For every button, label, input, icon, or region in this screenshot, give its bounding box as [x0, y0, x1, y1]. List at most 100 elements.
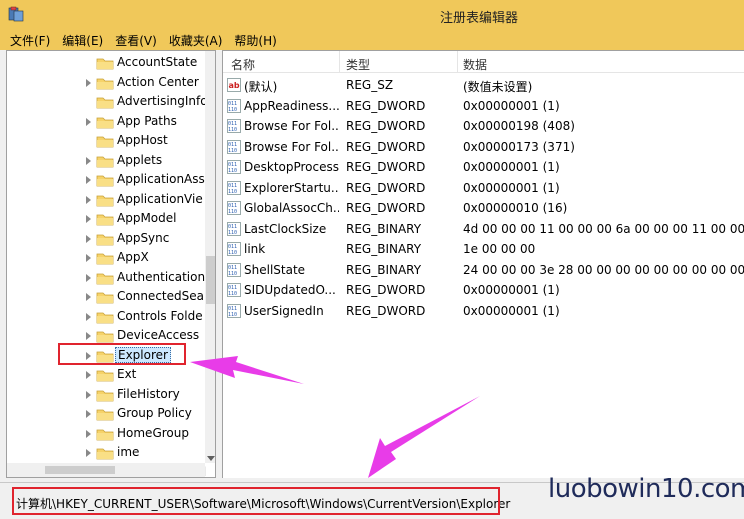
value-name: link [244, 242, 266, 256]
value-name: LastClockSize [244, 221, 327, 236]
column-header-data[interactable]: 数据 [463, 56, 487, 73]
menu-favorites[interactable]: 收藏夹(A) [163, 32, 229, 49]
tree-item[interactable]: ime [7, 443, 207, 463]
tree-item-label: AppX [117, 250, 149, 264]
expand-arrow-icon[interactable] [85, 312, 93, 321]
tree-vscroll-thumb[interactable] [206, 256, 215, 304]
tree-item[interactable]: Action Center [7, 73, 207, 93]
tree-item[interactable]: FileHistory [7, 385, 207, 405]
expand-arrow-icon[interactable] [85, 390, 93, 399]
menu-view[interactable]: 查看(V) [109, 32, 163, 49]
expand-arrow-icon[interactable] [85, 78, 93, 87]
value-row[interactable]: 011 110 link REG_BINARY 1e 00 00 00 [223, 239, 744, 259]
tree-item[interactable]: AppSync [7, 229, 207, 249]
tree-item-label: Authentication [117, 269, 206, 284]
tree-item[interactable]: AppHost [7, 131, 207, 151]
tree-item[interactable]: Controls Folde [7, 307, 207, 327]
binary-value-icon: 011110 [227, 221, 241, 236]
svg-text:110: 110 [228, 250, 237, 256]
expand-arrow-icon[interactable] [85, 176, 93, 184]
tree-item[interactable]: AppModel [7, 209, 207, 229]
scroll-down-arrow-icon[interactable] [207, 456, 215, 461]
folder-icon [96, 429, 114, 440]
expand-arrow-icon[interactable] [85, 273, 93, 282]
column-divider[interactable] [339, 51, 340, 73]
value-row[interactable]: 011 110 ShellState REG_BINARY 24 00 00 00 3e… [223, 260, 744, 280]
tree-hscroll-thumb[interactable] [45, 466, 115, 474]
tree-horizontal-scrollbar[interactable] [7, 463, 205, 477]
value-data: 4d 00 00 00 11 00 00 00 6a 00 00 00 11 0… [463, 221, 744, 236]
tree-item-label: DeviceAccess [117, 328, 200, 342]
folder-icon [96, 409, 114, 421]
value-name: ExplorerStartu... [244, 180, 339, 195]
value-row[interactable]: 011 110 GlobalAssocCh... REG_DWORD 0x0000001… [223, 198, 744, 218]
tree-item[interactable]: AccountState [7, 53, 207, 73]
value-data: (数值未设置) [463, 80, 533, 94]
registry-editor-window: 注册表编辑器 文件(F) 编辑(E) 查看(V) 收藏夹(A) 帮助(H) Im… [0, 0, 744, 519]
folder-icon [96, 97, 114, 109]
tree-item[interactable]: AppX [7, 248, 207, 268]
folder-icon [96, 448, 114, 460]
tree-item[interactable]: ApplicationVie [7, 190, 207, 210]
expand-arrow-icon[interactable] [85, 234, 93, 243]
expand-arrow-icon[interactable] [85, 371, 93, 379]
key-tree-pane[interactable]: ImmersiveShelimeHomeGroupGroup PolicyFil… [6, 50, 216, 478]
expand-arrow-icon[interactable] [85, 449, 93, 457]
column-divider[interactable] [457, 51, 458, 73]
expand-arrow-icon[interactable] [85, 332, 93, 340]
tree-item[interactable]: App Paths [7, 112, 207, 132]
svg-text:110: 110 [228, 168, 237, 174]
tree-item-label: AppHost [117, 133, 168, 147]
value-row[interactable]: ab (默认) REG_SZ (数值未设置) [223, 75, 744, 95]
column-header-type[interactable]: 类型 [346, 56, 370, 73]
tree-item[interactable]: Authentication [7, 268, 207, 288]
svg-text:110: 110 [228, 312, 237, 318]
folder-icon [96, 331, 114, 343]
binary-value-icon: 011110 [227, 139, 241, 154]
value-type: REG_BINARY [346, 221, 422, 236]
value-row[interactable]: 011 110 LastClockSize REG_BINARY 4d 00 00 00… [223, 219, 744, 239]
value-row[interactable]: 011 110 AppReadiness... REG_DWORD 0x00000001… [223, 96, 744, 116]
value-row[interactable]: 011 110 SIDUpdatedO... REG_DWORD 0x00000001 … [223, 280, 744, 300]
value-type: REG_DWORD [346, 180, 426, 195]
expand-arrow-icon[interactable] [85, 293, 93, 301]
tree-item-label: Group Policy [117, 406, 192, 420]
value-row[interactable]: 011 110 UserSignedIn REG_DWORD 0x00000001 (1… [223, 301, 744, 321]
expand-arrow-icon[interactable] [85, 254, 93, 262]
expand-arrow-icon[interactable] [85, 117, 93, 126]
menu-help[interactable]: 帮助(H) [228, 32, 282, 49]
tree-item[interactable]: ConnectedSea [7, 287, 207, 307]
value-row[interactable]: 011 110 ExplorerStartu... REG_DWORD 0x000000… [223, 178, 744, 198]
tree-item[interactable]: Group Policy [7, 404, 207, 424]
expand-arrow-icon[interactable] [85, 429, 93, 438]
folder-icon [96, 292, 114, 304]
expand-arrow-icon[interactable] [85, 156, 93, 165]
value-type: REG_DWORD [346, 139, 426, 154]
tree-item[interactable]: Ext [7, 365, 207, 385]
column-header-name[interactable]: 名称 [231, 56, 255, 73]
value-row[interactable]: 011 110 Browse For Fol... REG_DWORD 0x000001… [223, 137, 744, 157]
tree-item-label: App Paths [117, 113, 177, 128]
tree-item[interactable]: HomeGroup [7, 424, 207, 444]
value-type: REG_BINARY [346, 242, 422, 256]
title-bar[interactable]: 注册表编辑器 [0, 0, 744, 30]
tree-item-label: ime [117, 445, 140, 459]
tree-item[interactable]: ApplicationAss [7, 170, 207, 190]
folder-icon [96, 78, 114, 89]
tree-item[interactable]: AdvertisingInfo [7, 92, 207, 112]
menu-file[interactable]: 文件(F) [4, 32, 56, 49]
value-name: (默认) [244, 80, 278, 94]
menu-edit[interactable]: 编辑(E) [56, 32, 109, 49]
tree-item[interactable]: Applets [7, 151, 207, 171]
list-header: 名称 类型 数据 [223, 51, 744, 73]
expand-arrow-icon[interactable] [85, 195, 93, 204]
value-data: 0x00000001 (1) [463, 98, 560, 113]
menu-bar: 文件(F) 编辑(E) 查看(V) 收藏夹(A) 帮助(H) [0, 30, 744, 50]
expand-arrow-icon[interactable] [85, 215, 93, 223]
tree-vertical-scrollbar[interactable] [205, 51, 215, 463]
string-value-icon: ab [227, 78, 241, 92]
value-row[interactable]: 011 110 Browse For Fol... REG_DWORD 0x000001… [223, 116, 744, 136]
expand-arrow-icon[interactable] [85, 410, 93, 418]
values-list-pane[interactable]: 名称 类型 数据 ab (默认) REG_SZ (数值未设置) 011 110 AppRea… [222, 50, 744, 478]
value-row[interactable]: 011 110 DesktopProcess REG_DWORD 0x00000001 … [223, 157, 744, 177]
